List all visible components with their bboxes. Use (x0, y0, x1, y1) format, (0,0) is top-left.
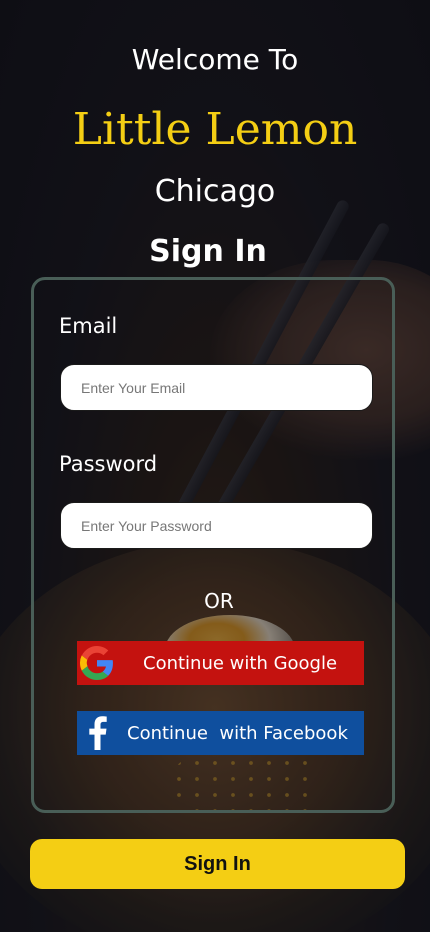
facebook-button-label: Continue with Facebook (127, 722, 348, 744)
password-field[interactable] (60, 502, 373, 549)
facebook-signin-button[interactable]: Continue with Facebook (77, 711, 364, 755)
brand-title: Little Lemon (72, 104, 358, 155)
signin-button[interactable]: Sign In (30, 839, 405, 889)
page-title: Sign In (149, 234, 267, 269)
email-field[interactable] (60, 364, 373, 411)
google-icon (77, 641, 117, 685)
email-label: Email (59, 314, 118, 338)
city-subtitle: Chicago (154, 174, 276, 209)
welcome-text: Welcome To (131, 43, 299, 76)
password-label: Password (59, 452, 158, 476)
signin-screen: Welcome To Little Lemon Chicago Sign In … (0, 0, 430, 932)
facebook-icon (77, 711, 117, 755)
google-button-label: Continue with Google (143, 652, 338, 674)
or-separator: OR (204, 589, 234, 613)
google-signin-button[interactable]: Continue with Google (77, 641, 364, 685)
